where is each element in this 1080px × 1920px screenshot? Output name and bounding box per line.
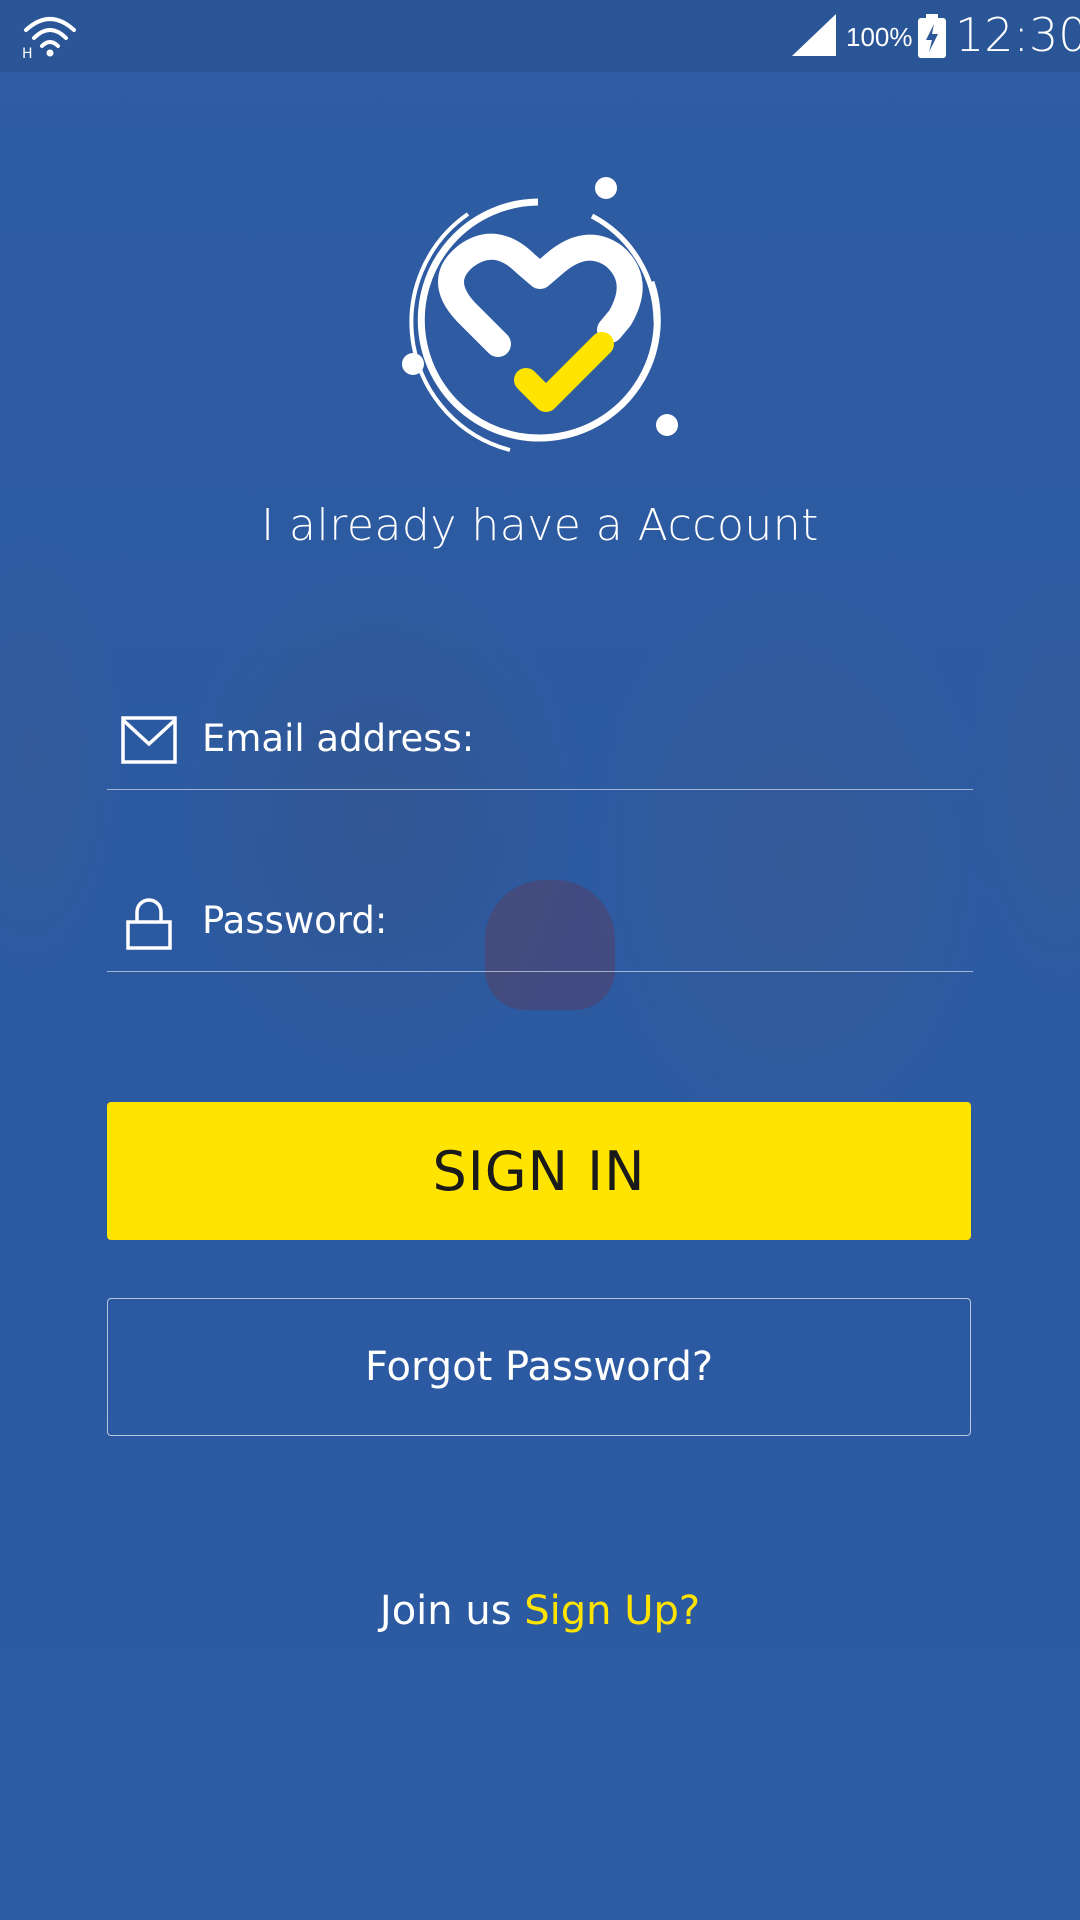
battery-percent: 100% (846, 22, 913, 52)
envelope-icon (121, 716, 177, 764)
forgot-password-button[interactable]: Forgot Password? (107, 1298, 971, 1436)
password-input[interactable] (202, 890, 942, 950)
password-field-row (107, 872, 973, 972)
signup-prompt: Join us Sign Up? (0, 1588, 1080, 1634)
signal-icon (792, 14, 836, 56)
status-bar: H 100% 12:30 (0, 0, 1080, 72)
wifi-icon: H (22, 17, 76, 60)
lock-icon (126, 898, 172, 950)
svg-text:H: H (22, 46, 33, 60)
email-field-row (107, 690, 973, 790)
sign-in-button[interactable]: SIGN IN (107, 1102, 971, 1240)
join-text: Join us (379, 1588, 512, 1634)
battery-charging-icon (918, 14, 946, 58)
page-title: I already have a Account (261, 500, 819, 551)
clock: 12:30 (955, 8, 1080, 62)
sign-up-link[interactable]: Sign Up? (524, 1588, 700, 1634)
heart-check-logo (402, 177, 678, 452)
email-input[interactable] (202, 708, 942, 768)
